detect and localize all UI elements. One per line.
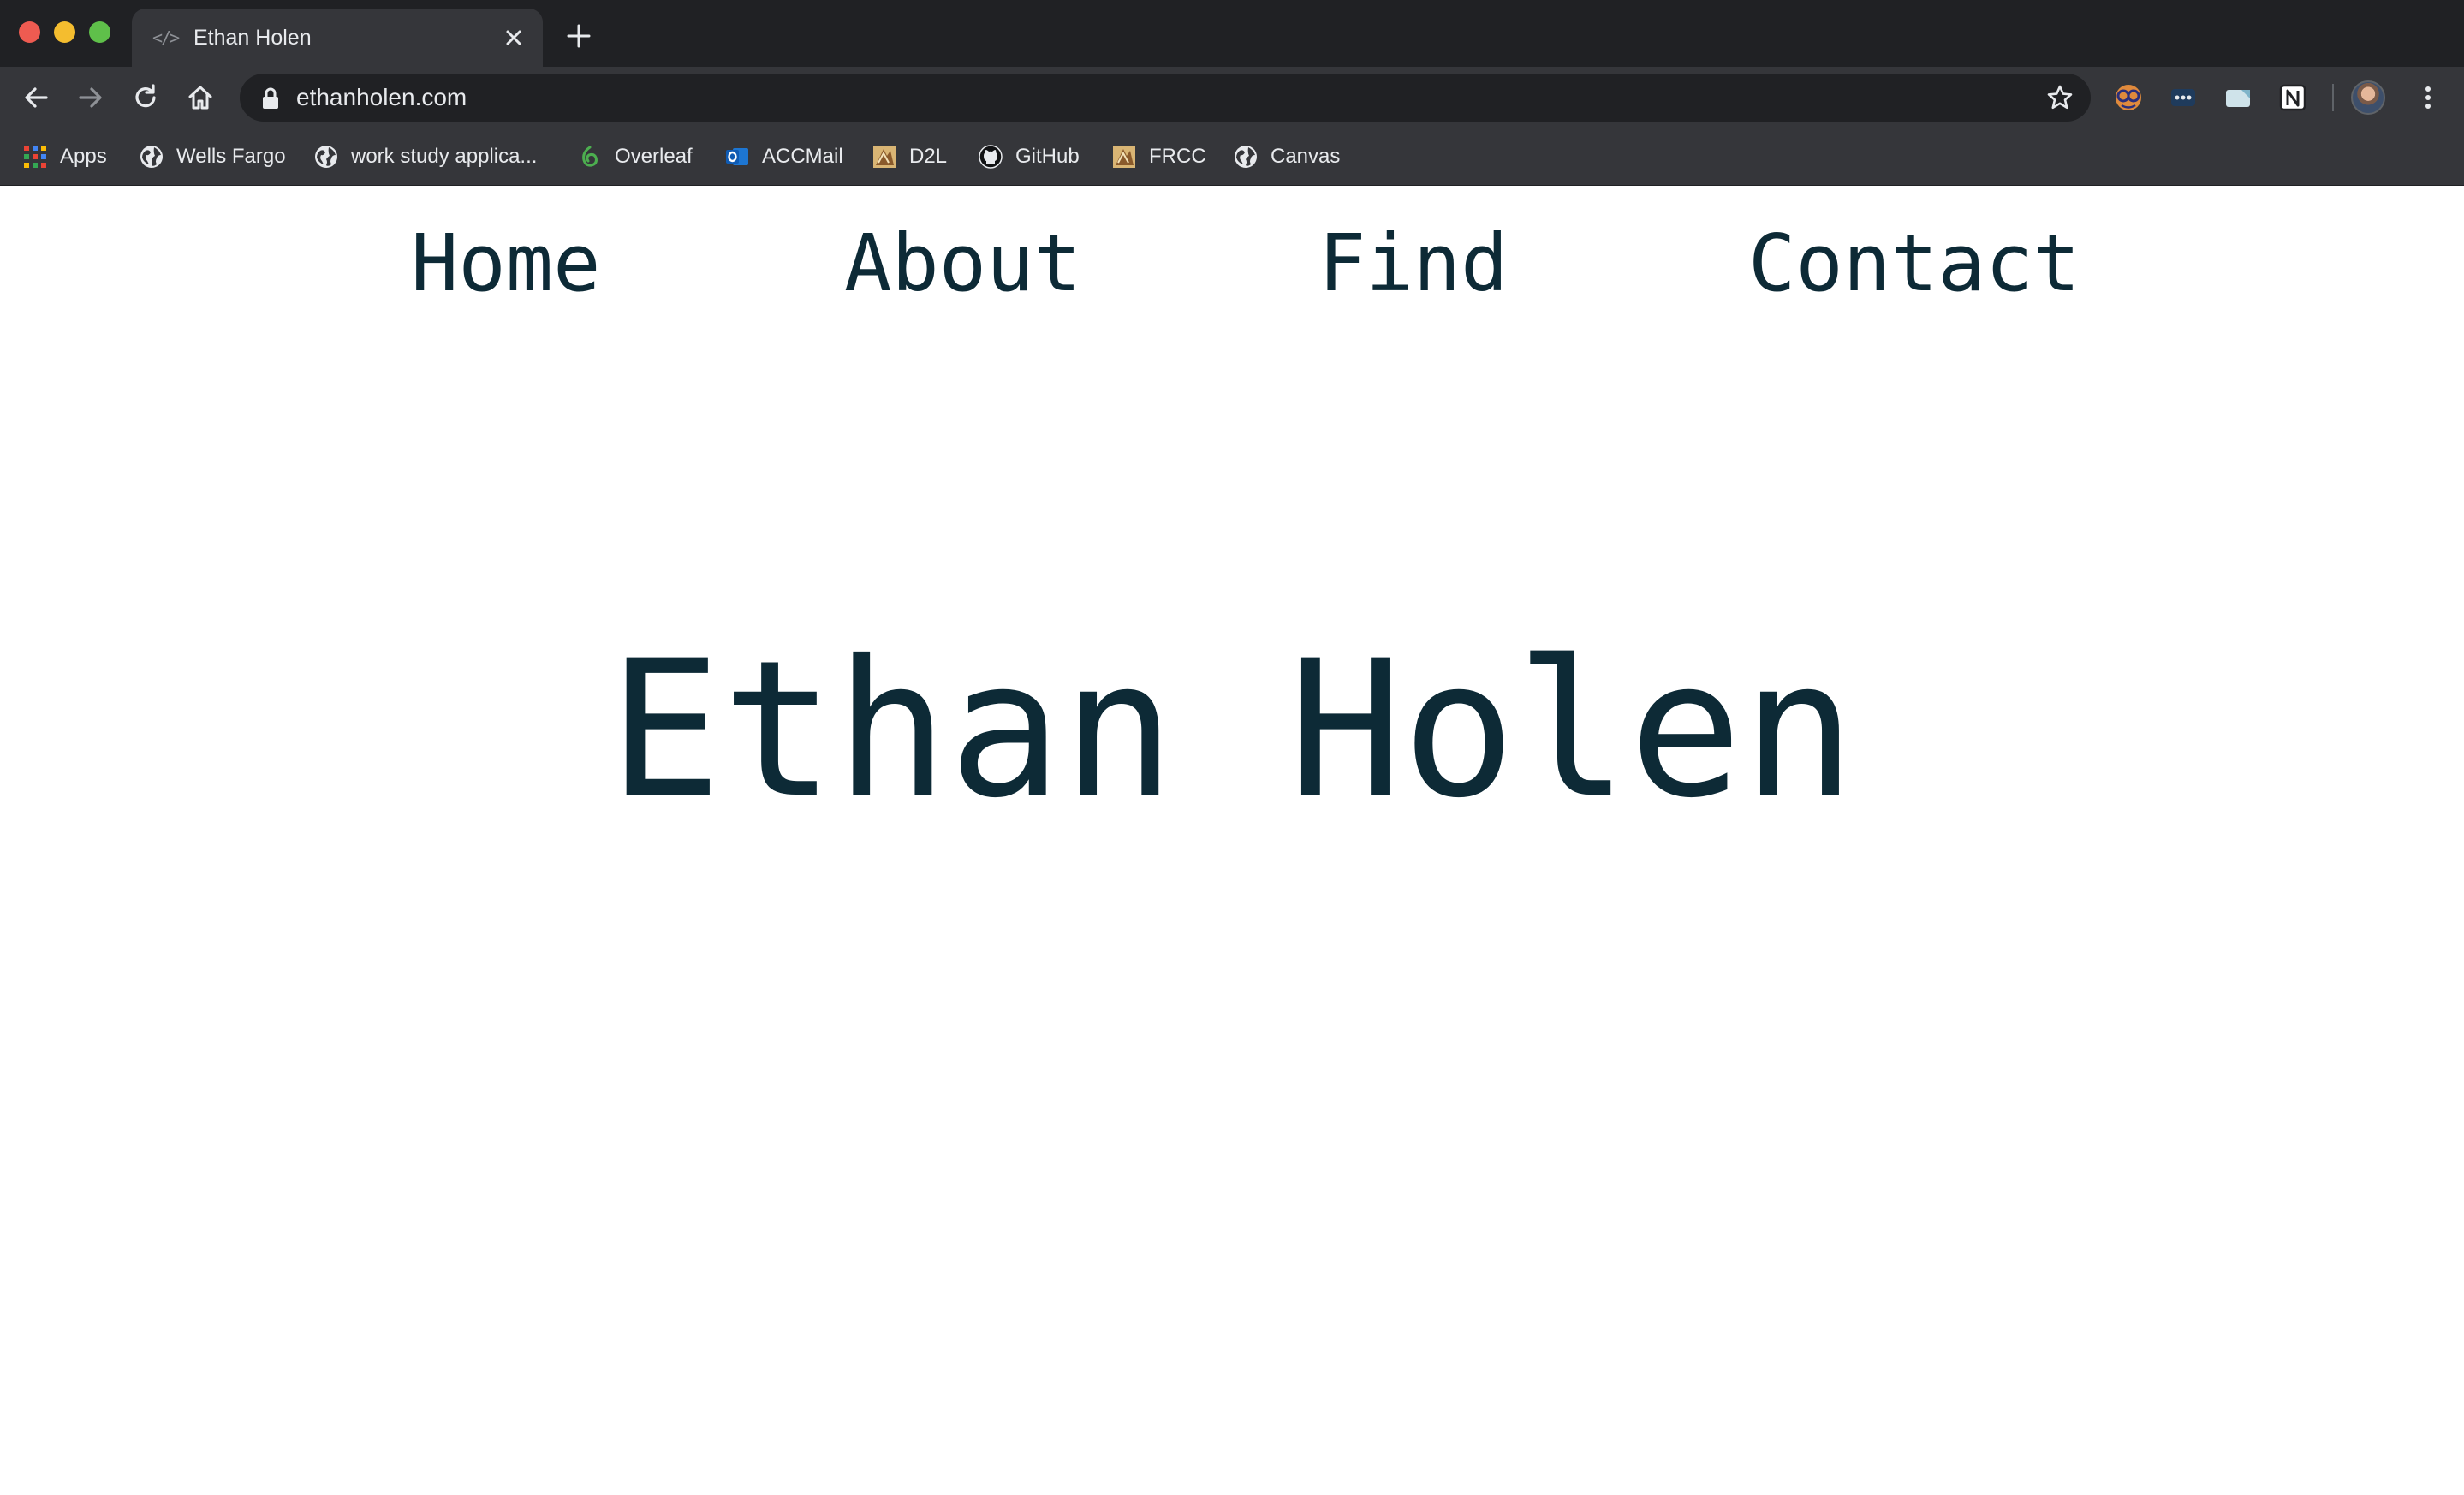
close-window-button[interactable]: [19, 21, 40, 43]
code-icon: </>: [152, 27, 180, 48]
lock-icon[interactable]: [260, 87, 281, 110]
bookmark-wells-fargo[interactable]: Wells Fargo: [139, 141, 286, 172]
bookmark-star-icon[interactable]: [2046, 84, 2074, 111]
tab-strip: </> Ethan Holen: [0, 0, 2464, 67]
bookmarks-bar: Apps Wells Fargo work study applica... O…: [0, 128, 2464, 186]
bookmark-apps[interactable]: Apps: [22, 141, 107, 172]
bookmark-frcc[interactable]: FRCC: [1111, 141, 1206, 172]
bookmark-label: Apps: [60, 145, 107, 168]
extension-icon[interactable]: [2223, 82, 2253, 113]
outlook-icon: [726, 148, 748, 165]
nav-about-link[interactable]: About: [844, 217, 1081, 311]
profile-avatar[interactable]: [2351, 80, 2385, 115]
more-menu-icon[interactable]: [2413, 82, 2443, 113]
bookmark-github[interactable]: GitHub: [978, 141, 1080, 172]
hero-title: Ethan Holen: [608, 620, 1856, 839]
browser-toolbar: ethanholen.com: [0, 67, 2464, 128]
close-icon[interactable]: [500, 24, 527, 51]
globe-icon: [315, 146, 337, 168]
toolbar-divider: [2332, 84, 2334, 111]
back-icon[interactable]: [21, 82, 51, 113]
bookmark-label: D2L: [909, 145, 948, 168]
bookmark-work-study[interactable]: work study applica...: [313, 141, 537, 172]
web-page: Home About Find Contact Ethan Holen: [0, 186, 2464, 1495]
bookmark-label: Overleaf: [615, 145, 693, 168]
maximize-window-button[interactable]: [89, 21, 110, 43]
overleaf-icon: [582, 146, 598, 167]
url-text[interactable]: ethanholen.com: [296, 84, 467, 111]
active-tab[interactable]: </> Ethan Holen: [132, 9, 543, 67]
forward-icon[interactable]: [75, 82, 106, 113]
bookmark-label: Wells Fargo: [176, 145, 286, 168]
bookmark-label: work study applica...: [351, 145, 538, 168]
globe-icon: [140, 146, 163, 168]
bookmark-canvas[interactable]: Canvas: [1233, 141, 1340, 172]
nav-home-link[interactable]: Home: [411, 217, 601, 311]
bookmark-label: FRCC: [1149, 145, 1206, 168]
globe-icon: [1235, 146, 1257, 168]
nav-find-link[interactable]: Find: [1318, 217, 1509, 311]
minimize-window-button[interactable]: [54, 21, 75, 43]
notion-icon[interactable]: [2277, 82, 2308, 113]
github-icon: [979, 145, 1003, 169]
bookmark-label: ACCMail: [762, 145, 843, 168]
bookmark-accmail[interactable]: ACCMail: [724, 141, 843, 172]
reload-icon[interactable]: [130, 82, 161, 113]
frcc-icon: [1113, 146, 1135, 168]
bookmark-label: Canvas: [1271, 145, 1341, 168]
tab-title: Ethan Holen: [193, 26, 312, 50]
nav-contact-link[interactable]: Contact: [1748, 217, 2080, 311]
new-tab-icon[interactable]: [565, 22, 592, 50]
password-manager-icon[interactable]: [2168, 82, 2199, 113]
grammar-extension-icon[interactable]: [2113, 82, 2144, 113]
home-icon[interactable]: [185, 82, 216, 113]
address-bar[interactable]: ethanholen.com: [240, 74, 2091, 122]
bookmark-d2l[interactable]: D2L: [872, 141, 947, 172]
apps-grid-icon: [24, 146, 46, 168]
browser-window: </> Ethan Holen ethanholen.com Apps Well…: [0, 0, 2464, 1495]
bookmark-overleaf[interactable]: Overleaf: [577, 141, 693, 172]
bookmark-label: GitHub: [1015, 145, 1080, 168]
d2l-icon: [873, 146, 896, 168]
